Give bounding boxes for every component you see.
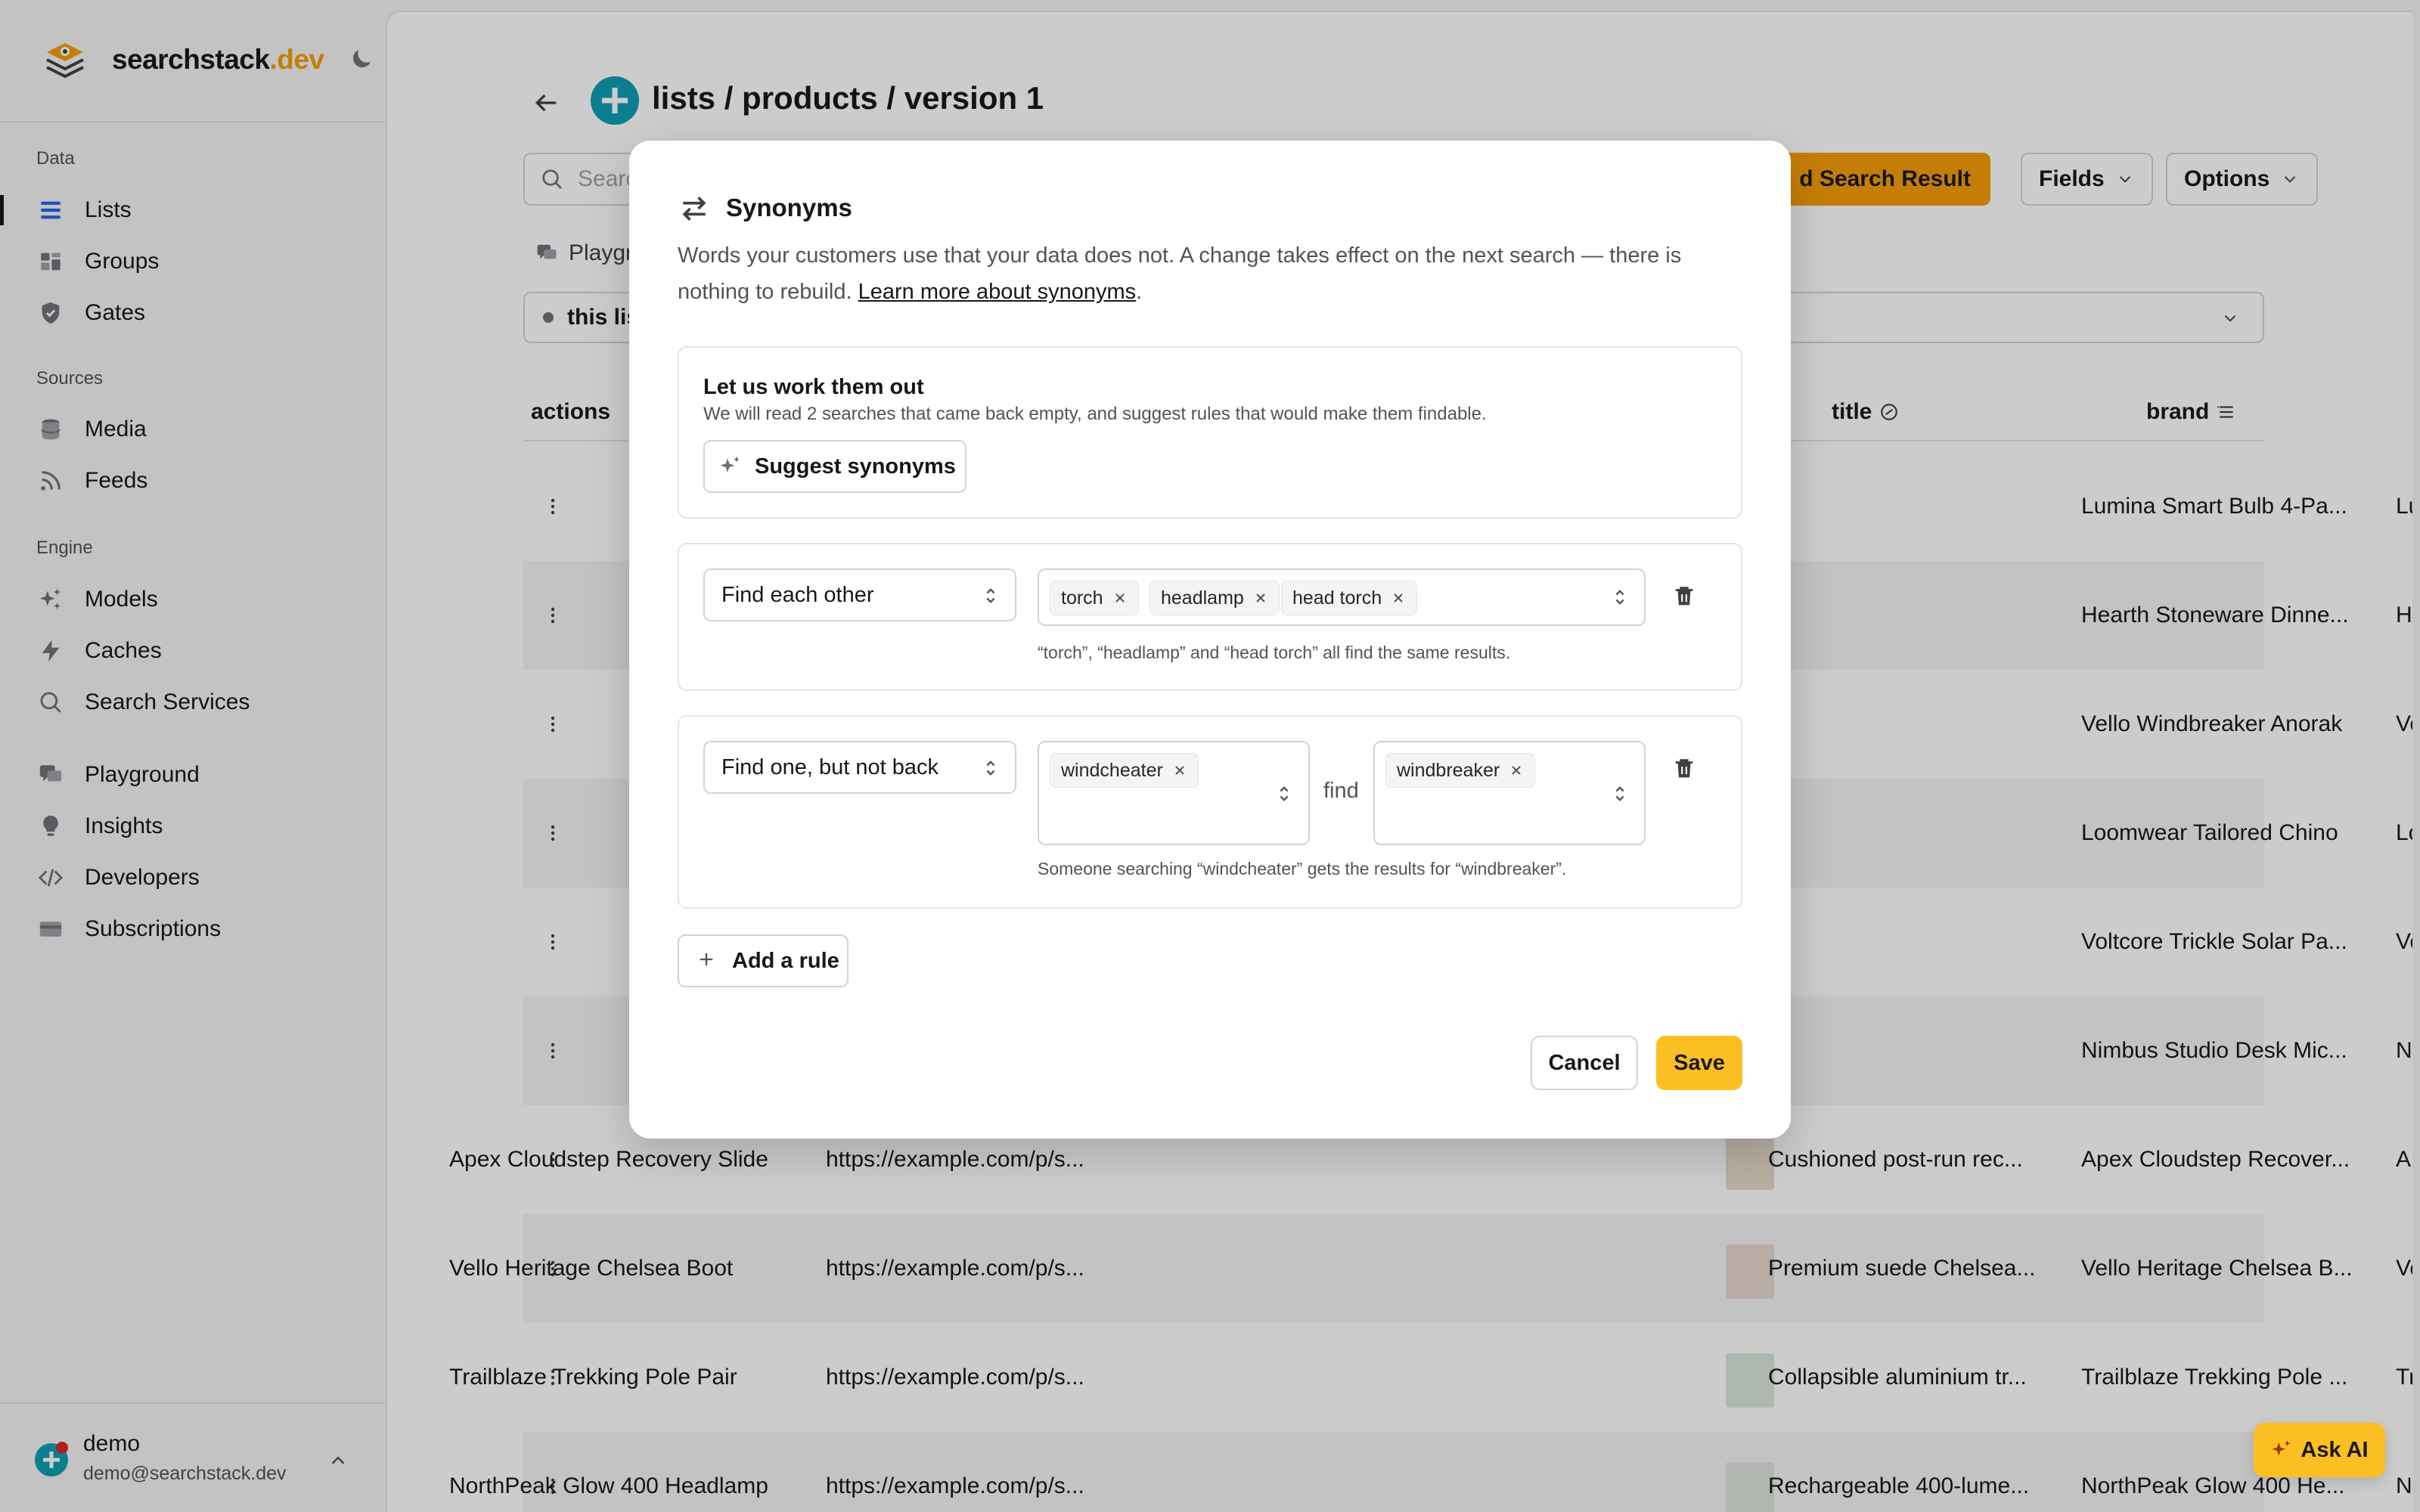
term-label: windcheater: [1061, 759, 1163, 781]
rule-from-terms-input[interactable]: windcheater: [1038, 741, 1310, 845]
dialog-title: Synonyms: [726, 194, 852, 222]
rule-mode-value: Find each other: [721, 582, 874, 607]
term-chip: windbreaker: [1385, 753, 1536, 788]
swap-arrows-icon: [678, 192, 711, 225]
remove-term-icon[interactable]: [1509, 763, 1524, 778]
chevron-updown-icon: [1609, 587, 1630, 608]
ask-ai-button[interactable]: Ask AI: [2254, 1423, 2385, 1477]
sparkles-icon: [718, 454, 743, 479]
synonym-rule-2: Find one, but not back windcheater find …: [678, 715, 1742, 909]
term-label: torch: [1061, 587, 1103, 609]
remove-term-icon[interactable]: [1253, 590, 1268, 606]
trash-icon[interactable]: [1671, 584, 1697, 609]
term-label: headlamp: [1161, 587, 1244, 609]
rule-terms-input[interactable]: torch headlamp head torch: [1038, 569, 1646, 626]
term-label: windbreaker: [1397, 759, 1500, 781]
chevron-updown-icon: [980, 758, 1001, 779]
suggest-panel: Let us work them out We will read 2 sear…: [678, 346, 1742, 519]
learn-more-link[interactable]: Learn more about synonyms: [858, 280, 1137, 304]
description-end: .: [1136, 280, 1143, 304]
chevron-updown-icon: [1274, 783, 1295, 804]
rule-mode-select[interactable]: Find each other: [703, 569, 1016, 621]
remove-term-icon[interactable]: [1391, 590, 1406, 606]
term-chip: torch: [1050, 581, 1139, 615]
add-rule-button[interactable]: Add a rule: [678, 934, 849, 987]
trash-icon[interactable]: [1671, 756, 1697, 782]
remove-term-icon[interactable]: [1172, 763, 1187, 778]
dialog-description: Words your customers use that your data …: [678, 237, 1751, 310]
remove-term-icon[interactable]: [1112, 590, 1128, 606]
rule-mode-select[interactable]: Find one, but not back: [703, 741, 1016, 794]
chevron-updown-icon: [1609, 783, 1630, 804]
term-chip: headlamp: [1150, 581, 1280, 615]
cancel-button[interactable]: Cancel: [1531, 1036, 1638, 1090]
term-label: head torch: [1292, 587, 1382, 609]
rule-to-terms-input[interactable]: windbreaker: [1373, 741, 1646, 845]
suggest-subtitle: We will read 2 searches that came back e…: [703, 404, 1487, 424]
suggest-title: Let us work them out: [703, 375, 924, 399]
find-label: find: [1323, 779, 1359, 803]
rule-hint: “torch”, “headlamp” and “head torch” all…: [1038, 643, 1511, 662]
ask-ai-label: Ask AI: [2301, 1437, 2369, 1462]
synonyms-dialog: Synonyms Words your customers use that y…: [629, 141, 1791, 1139]
term-chip: windcheater: [1050, 753, 1199, 788]
suggest-button-label: Suggest synonyms: [755, 454, 956, 479]
plus-icon: [696, 949, 720, 973]
rule-mode-value: Find one, but not back: [721, 754, 939, 779]
chevron-updown-icon: [980, 585, 1001, 606]
description-text: Words your customers use that your data …: [678, 243, 1682, 304]
synonym-rule-1: Find each other torch headlamp head torc…: [678, 543, 1742, 691]
suggest-synonyms-button[interactable]: Suggest synonyms: [703, 440, 966, 493]
rule-hint: Someone searching “windcheater” gets the…: [1038, 859, 1567, 878]
term-chip: head torch: [1281, 581, 1418, 615]
add-rule-label: Add a rule: [732, 948, 839, 973]
sparkles-icon: [2270, 1439, 2293, 1461]
save-button[interactable]: Save: [1656, 1036, 1742, 1090]
